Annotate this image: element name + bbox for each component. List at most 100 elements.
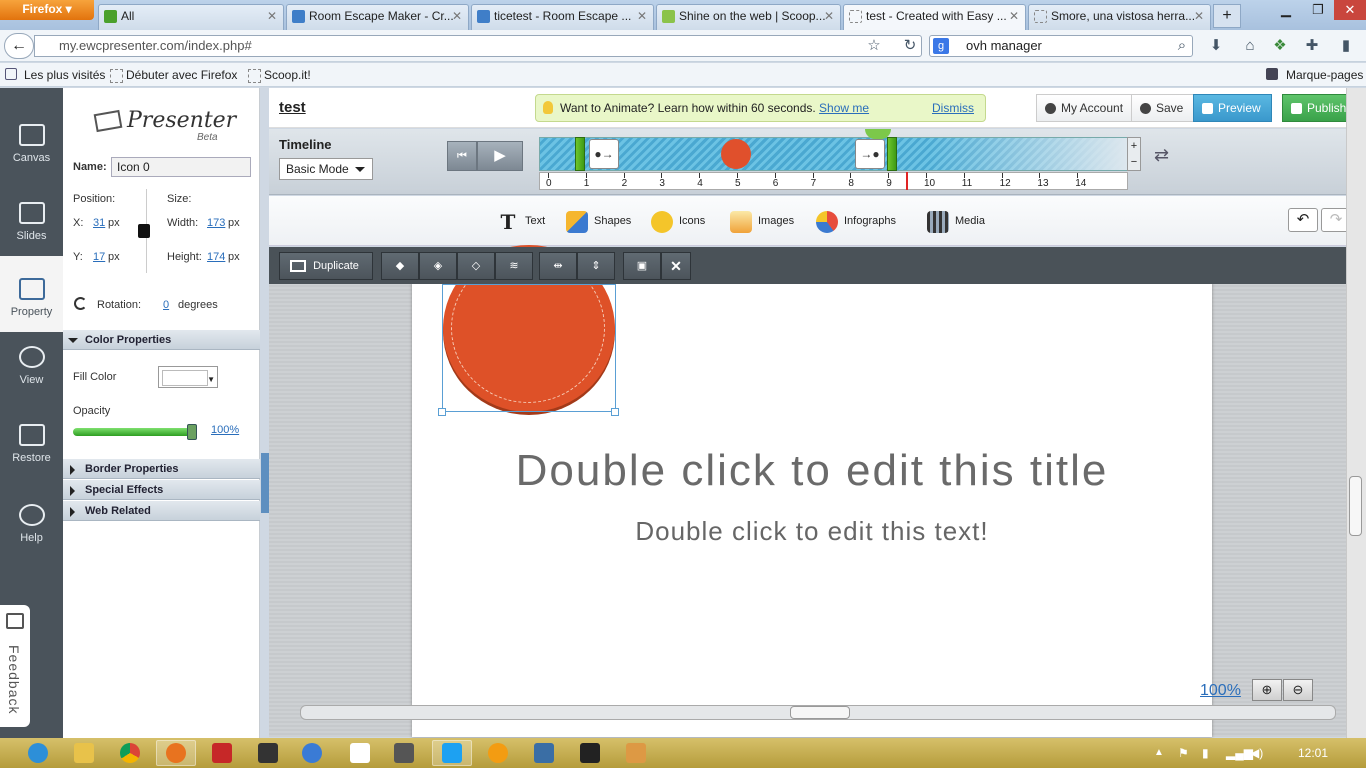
name-field[interactable]: Icon 0	[111, 157, 251, 177]
play-icon[interactable]: ▶	[477, 141, 523, 171]
feedback-tab[interactable]: Feedback	[0, 605, 30, 727]
insert-infographs-button[interactable]: Infographs	[816, 210, 896, 234]
border-properties-header[interactable]: Border Properties	[63, 459, 260, 479]
send-backward-icon[interactable]: ◇	[457, 252, 495, 280]
close-icon[interactable]: ✕	[824, 5, 834, 27]
close-window-icon[interactable]: ✕	[1334, 0, 1366, 20]
firefox-menu-button[interactable]: Firefox ▾	[0, 0, 94, 20]
close-icon[interactable]: ✕	[452, 5, 462, 27]
flip-horizontal-icon[interactable]: ⇹	[539, 252, 577, 280]
volume-icon[interactable]: ◀)	[1250, 746, 1263, 760]
menu-icon[interactable]: ▮	[1336, 36, 1356, 56]
bookmark-getting-started[interactable]: Débuter avec Firefox	[108, 68, 237, 83]
delete-icon[interactable]: ✕	[661, 252, 691, 280]
y-value[interactable]: 17	[93, 251, 105, 263]
gimp-icon[interactable]	[394, 743, 414, 763]
tray-expand-icon[interactable]: ▲	[1154, 747, 1164, 758]
rail-restore[interactable]: Restore	[0, 402, 63, 478]
timeline-end-marker[interactable]	[887, 137, 897, 171]
tab-room-escape-maker[interactable]: Room Escape Maker - Cr... ✕	[286, 4, 469, 30]
selection-box[interactable]	[442, 284, 616, 412]
timeline-playhead[interactable]	[906, 172, 909, 190]
insert-media-button[interactable]: Media	[927, 210, 985, 234]
tab-smore[interactable]: Smore, una vistosa herra... ✕	[1028, 4, 1211, 30]
signal-icon[interactable]: ▂▄▆	[1226, 746, 1253, 760]
rail-slides[interactable]: Slides	[0, 180, 63, 256]
tip-show-me-link[interactable]: Show me	[819, 101, 869, 115]
vertical-scrollbar[interactable]	[1346, 88, 1366, 738]
vertical-scroll-thumb[interactable]	[1349, 476, 1362, 536]
app-alt-icon[interactable]	[626, 743, 646, 763]
zoom-level[interactable]: 100%	[1200, 682, 1241, 700]
bring-forward-icon[interactable]: ◈	[419, 252, 457, 280]
insert-icons-button[interactable]: Icons	[651, 210, 705, 234]
height-value[interactable]: 174	[207, 251, 225, 263]
slide-title[interactable]: Double click to edit this title	[412, 446, 1212, 496]
app-icon[interactable]	[580, 743, 600, 763]
star-icon[interactable]: ☆	[864, 36, 884, 56]
search-icon[interactable]: ⌕	[1172, 36, 1192, 56]
rail-view[interactable]: View	[0, 324, 63, 400]
bookmark-scoop[interactable]: Scoop.it!	[246, 68, 311, 83]
restore-window-icon[interactable]: ❐	[1302, 0, 1334, 20]
color-properties-header[interactable]: Color Properties	[63, 330, 260, 350]
exit-keyframe-icon[interactable]: →●	[855, 139, 885, 169]
undo-icon[interactable]: ↶	[1288, 208, 1318, 232]
ie-icon[interactable]	[28, 743, 48, 763]
timeline-object-circle[interactable]	[721, 139, 751, 169]
resize-handle[interactable]	[438, 408, 446, 416]
insert-text-button[interactable]: T Text	[497, 210, 546, 234]
refresh-icon[interactable]: ⇄	[1154, 145, 1169, 166]
bring-to-front-icon[interactable]: ◆	[381, 252, 419, 280]
timeline-mode-select[interactable]: Basic Mode	[279, 158, 373, 180]
timeline-ruler[interactable]: 0 1 2 3 4 5 6 7 8 9 10 11 12 13 14	[539, 172, 1128, 190]
rail-property[interactable]: Property	[0, 256, 63, 332]
opacity-value[interactable]: 100%	[211, 424, 239, 436]
new-tab-button[interactable]: +	[1213, 4, 1241, 28]
special-effects-header[interactable]: Special Effects	[63, 480, 260, 500]
firefox-icon[interactable]	[166, 743, 186, 763]
x-value[interactable]: 31	[93, 217, 105, 229]
timeline-zoom-in[interactable]: +	[1131, 140, 1137, 152]
fill-color-picker[interactable]: ▼	[158, 366, 218, 388]
thunderbird-icon[interactable]	[302, 743, 322, 763]
duplicate-button[interactable]: Duplicate	[279, 252, 373, 280]
inkscape-icon[interactable]	[258, 743, 278, 763]
width-value[interactable]: 173	[207, 217, 225, 229]
bookmark-most-visited[interactable]: Les plus visités	[24, 68, 105, 82]
addon-icon[interactable]: ✚	[1302, 36, 1322, 56]
search-input[interactable]: ovh manager	[929, 35, 1193, 57]
skip-start-icon[interactable]: ⏮	[447, 141, 477, 171]
close-icon[interactable]: ✕	[637, 5, 647, 27]
resize-handle[interactable]	[611, 408, 619, 416]
twitter-icon[interactable]	[442, 743, 462, 763]
timeline-start-marker[interactable]	[575, 137, 585, 171]
slide-text[interactable]: Double click to edit this text!	[412, 516, 1212, 547]
tab-all[interactable]: All ✕	[98, 4, 284, 30]
zoom-out-icon[interactable]: ⊖	[1283, 679, 1313, 701]
tab-test-presenter[interactable]: test - Created with Easy ... ✕	[843, 4, 1026, 30]
folder-icon[interactable]	[74, 743, 94, 763]
close-icon[interactable]: ✕	[267, 5, 277, 27]
opacity-slider-handle[interactable]	[187, 424, 197, 440]
home-icon[interactable]: ⌂	[1240, 36, 1260, 56]
virtualbox-icon[interactable]	[534, 743, 554, 763]
close-icon[interactable]: ✕	[1009, 5, 1019, 27]
rail-help[interactable]: Help	[0, 482, 63, 558]
web-related-header[interactable]: Web Related	[63, 501, 260, 521]
opacity-slider[interactable]	[73, 428, 195, 436]
extension-icon[interactable]: ❖	[1270, 36, 1290, 56]
rail-canvas[interactable]: Canvas	[0, 102, 63, 178]
filezilla-icon[interactable]	[212, 743, 232, 763]
entrance-keyframe-icon[interactable]: ●→	[589, 139, 619, 169]
panel-collapse-handle[interactable]	[261, 453, 269, 513]
google-icon[interactable]: g	[933, 38, 949, 54]
document-title[interactable]: test	[279, 99, 306, 116]
flag-icon[interactable]: ⚑	[1178, 746, 1189, 760]
flip-vertical-icon[interactable]: ⇕	[577, 252, 615, 280]
zoom-in-icon[interactable]: ⊕	[1252, 679, 1282, 701]
battery-icon[interactable]: ▮	[1202, 746, 1209, 760]
tab-scoop[interactable]: Shine on the web | Scoop... ✕	[656, 4, 841, 30]
preview-button[interactable]: Preview	[1193, 94, 1272, 122]
horizontal-scroll-thumb[interactable]	[790, 706, 850, 719]
